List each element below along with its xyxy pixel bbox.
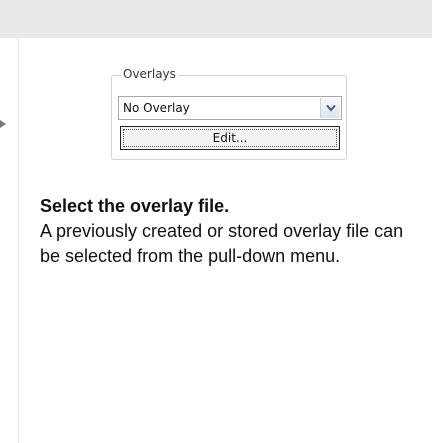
overlay-select[interactable]: No Overlay: [118, 96, 342, 120]
overlay-select-value: No Overlay: [123, 101, 190, 115]
left-divider: [18, 38, 19, 443]
pointer-arrow-icon: [0, 120, 6, 128]
edit-button-label: Edit...: [212, 131, 248, 145]
top-band: [0, 0, 432, 38]
edit-button[interactable]: Edit...: [120, 126, 340, 150]
caption-title: Select the overlay file.: [40, 196, 230, 216]
caption-body: A previously created or stored overlay f…: [40, 221, 404, 266]
overlays-group-label: Overlays: [121, 66, 178, 82]
chevron-down-icon[interactable]: [320, 98, 340, 118]
